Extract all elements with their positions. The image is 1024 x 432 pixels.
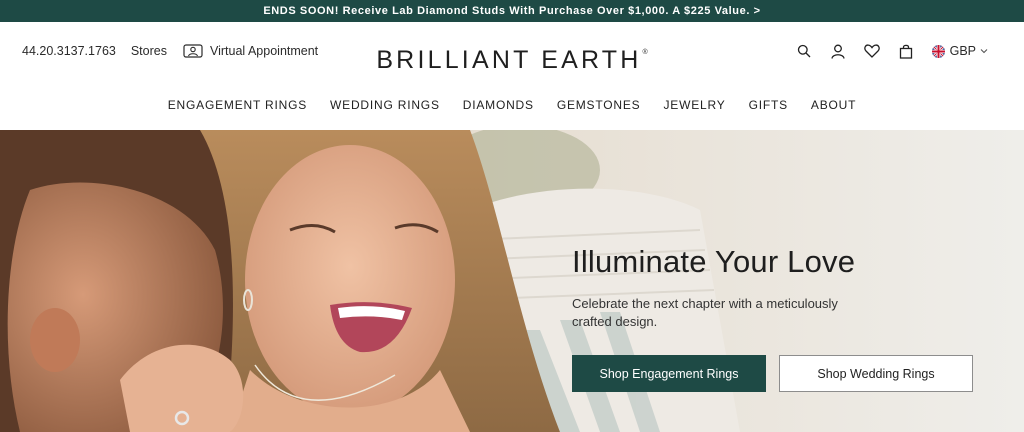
hero-subtitle: Celebrate the next chapter with a meticu… [572, 296, 838, 329]
heart-icon[interactable] [863, 43, 880, 59]
header-actions: GBP [796, 40, 988, 62]
shop-wedding-rings-button[interactable]: Shop Wedding Rings [779, 355, 973, 392]
hero-content: Illuminate Your Love Celebrate the next … [572, 244, 992, 392]
nav-item-gemstones[interactable]: GEMSTONES [557, 98, 641, 112]
account-icon[interactable] [830, 43, 846, 59]
nav-item-gifts[interactable]: GIFTS [749, 98, 788, 112]
currency-selector[interactable]: GBP [931, 44, 988, 58]
nav-item-diamonds[interactable]: DIAMONDS [463, 98, 534, 112]
main-navigation: ENGAGEMENT RINGS WEDDING RINGS DIAMONDS … [0, 98, 1024, 112]
nav-item-about[interactable]: ABOUT [811, 98, 856, 112]
uk-flag-icon [931, 44, 945, 58]
logo-registered-mark: ® [642, 49, 648, 56]
promo-text[interactable]: ENDS SOON! Receive Lab Diamond Studs Wit… [263, 5, 760, 17]
nav-item-engagement-rings[interactable]: ENGAGEMENT RINGS [168, 98, 307, 112]
chevron-down-icon [980, 49, 988, 54]
nav-item-wedding-rings[interactable]: WEDDING RINGS [330, 98, 440, 112]
currency-label: GBP [949, 44, 976, 58]
logo-text: BRILLIANT EARTH [376, 46, 642, 74]
site-header: 44.20.3137.1763 Stores Virtual Appointme… [0, 22, 1024, 130]
hero-banner: Illuminate Your Love Celebrate the next … [0, 130, 1024, 432]
bag-icon[interactable] [898, 43, 914, 59]
promo-banner[interactable]: ENDS SOON! Receive Lab Diamond Studs Wit… [0, 0, 1024, 22]
hero-cta-row: Shop Engagement Rings Shop Wedding Rings [572, 355, 973, 392]
nav-item-jewelry[interactable]: JEWELRY [664, 98, 726, 112]
shop-engagement-rings-button[interactable]: Shop Engagement Rings [572, 355, 766, 392]
hero-title: Illuminate Your Love [572, 244, 856, 279]
search-icon[interactable] [796, 43, 812, 59]
